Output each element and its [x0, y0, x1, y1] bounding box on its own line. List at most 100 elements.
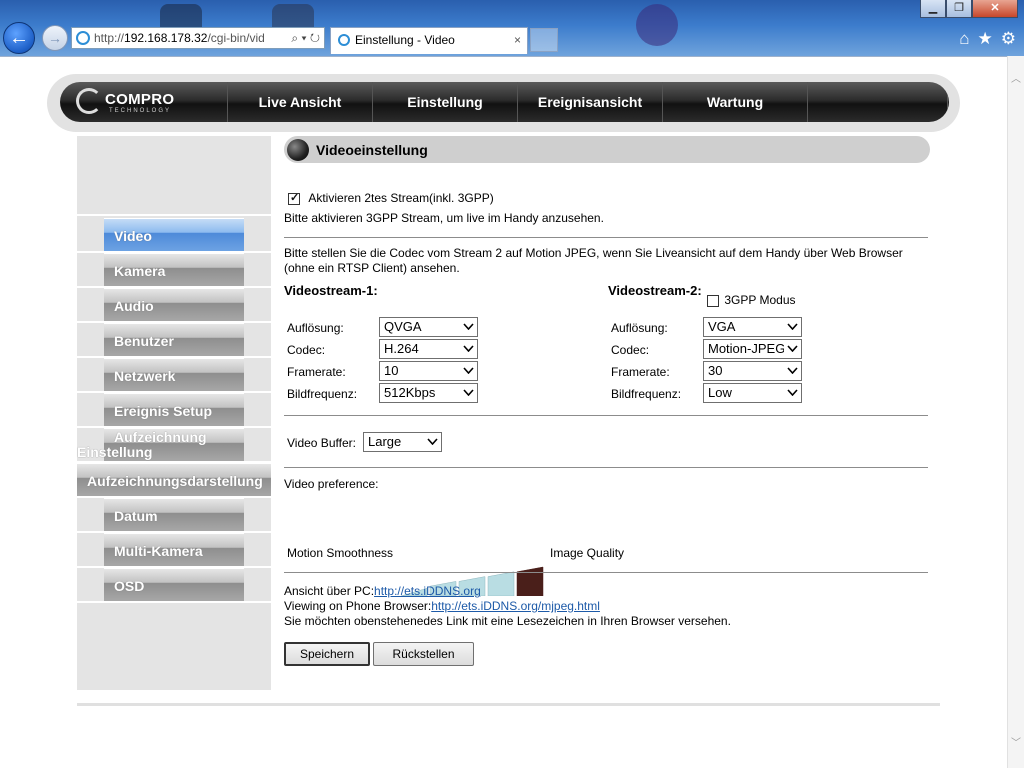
address-path: /cgi-bin/vid: [207, 31, 265, 45]
new-tab-button[interactable]: [530, 28, 558, 52]
nav-einstellung[interactable]: Einstellung: [373, 82, 518, 122]
stream2-bitrate-select[interactable]: Low: [703, 383, 802, 403]
stream1-framerate-label: Framerate:: [287, 365, 346, 379]
preference-label: Video preference:: [284, 477, 379, 491]
bookmark-hint: Sie möchten obenstehenedes Link mit eine…: [284, 614, 731, 628]
sidebar-divider: [77, 601, 271, 603]
chevron-down-icon: [460, 384, 477, 402]
chevron-down-icon: [424, 433, 441, 451]
ie-icon: [76, 31, 90, 45]
forward-button[interactable]: →: [42, 25, 68, 51]
sidebar-item-datum[interactable]: Datum: [104, 498, 244, 531]
phone-view-link[interactable]: http://ets.iDDNS.org/mjpeg.html: [431, 599, 600, 613]
dropdown-arrow-icon[interactable]: ▾: [301, 31, 306, 45]
stream2-framerate-select[interactable]: 30: [703, 361, 802, 381]
page-footer-rule: [77, 703, 940, 706]
nav-empty-slot: [808, 82, 948, 122]
select-value: VGA: [708, 319, 736, 334]
desktop-thumbnail: [636, 4, 678, 46]
window-controls: ▁ ❐ ✕: [920, 0, 1018, 20]
address-host: 192.168.178.32: [124, 31, 208, 45]
brand-tagline: TECHNOLOGY: [109, 108, 172, 114]
settings-sidebar: Video Kamera Audio Benutzer Netzwerk Ere…: [77, 136, 271, 690]
sidebar-item-benutzer[interactable]: Benutzer: [104, 323, 244, 356]
sidebar-item-label: Aufzeichnung: [114, 429, 207, 445]
sidebar-item-osd[interactable]: OSD: [104, 568, 244, 601]
search-icon[interactable]: ⌕: [291, 31, 298, 45]
arrow-left-icon: ←: [9, 27, 29, 49]
divider: [284, 237, 928, 238]
sidebar-item-aufzeichnung-einstellung[interactable]: Aufzeichnung Einstellung: [77, 428, 244, 461]
logo-ring-icon: [76, 88, 102, 114]
arrow-right-icon: →: [48, 30, 62, 46]
stream1-title: Videostream-1:: [284, 283, 378, 298]
divider: [284, 572, 928, 573]
sidebar-item-kamera[interactable]: Kamera: [104, 253, 244, 286]
favorites-star-icon[interactable]: ★: [978, 29, 993, 49]
minimize-button[interactable]: ▁: [920, 0, 946, 18]
sidebar-item-multi-kamera[interactable]: Multi-Kamera: [104, 533, 244, 566]
sidebar-item-audio[interactable]: Audio: [104, 288, 244, 321]
sidebar-item-label: Einstellung: [77, 444, 153, 460]
preference-right-label: Image Quality: [550, 546, 625, 560]
chevron-down-icon: [784, 384, 801, 402]
section-header: Videoeinstellung: [284, 136, 930, 163]
gear-icon[interactable]: ⚙: [1001, 29, 1016, 49]
browser-tab[interactable]: Einstellung - Video ×: [330, 27, 528, 54]
back-button[interactable]: ←: [3, 22, 35, 54]
page-viewport: COMPRO TECHNOLOGY Live Ansicht Einstellu…: [0, 56, 1007, 768]
refresh-icon[interactable]: ↻: [310, 31, 320, 45]
select-value: Motion-JPEG: [708, 341, 786, 356]
chevron-down-icon: [460, 318, 477, 336]
stream2-codec-select[interactable]: Motion-JPEG: [703, 339, 802, 359]
select-value: Low: [708, 385, 732, 400]
stream1-codec-label: Codec:: [287, 343, 326, 357]
address-bar[interactable]: http://192.168.178.32/cgi-bin/vid ⌕ ▾ ↻: [71, 27, 325, 49]
reset-button[interactable]: Rückstellen: [373, 642, 474, 666]
ie-icon: [338, 34, 350, 46]
preference-level-4[interactable]: [487, 571, 515, 596]
chevron-up-icon[interactable]: ︿: [1008, 72, 1024, 88]
sidebar-item-video[interactable]: Video: [104, 218, 244, 251]
select-value: Large: [368, 434, 402, 449]
chevron-down-icon: [460, 340, 477, 358]
maximize-button[interactable]: ❐: [946, 0, 972, 18]
nav-wartung[interactable]: Wartung: [663, 82, 808, 122]
sidebar-item-ereignis-setup[interactable]: Ereignis Setup: [104, 393, 244, 426]
close-window-button[interactable]: ✕: [972, 0, 1018, 18]
stream1-framerate-select[interactable]: 10: [379, 361, 478, 381]
preference-left-label: Motion Smoothness: [287, 546, 394, 560]
save-button[interactable]: Speichern: [284, 642, 370, 666]
sidebar-divider: [77, 214, 271, 216]
select-value: QVGA: [384, 319, 422, 334]
nav-live-ansicht[interactable]: Live Ansicht: [228, 82, 373, 122]
select-value: 512Kbps: [384, 385, 436, 400]
chevron-down-icon: [784, 340, 801, 358]
stream1-bitrate-select[interactable]: 512Kbps: [379, 383, 478, 403]
stream1-codec-select[interactable]: H.264: [379, 339, 478, 359]
chevron-down-icon: [784, 318, 801, 336]
sidebar-item-netzwerk[interactable]: Netzwerk: [104, 358, 244, 391]
vertical-scrollbar[interactable]: ︿ ﹀: [1007, 56, 1024, 768]
tab-close-icon[interactable]: ×: [514, 28, 521, 52]
select-value: 10: [384, 363, 399, 378]
stream2-enable-checkbox[interactable]: [288, 191, 300, 205]
pc-view-link[interactable]: http://ets.iDDNS.org: [374, 584, 481, 598]
select-value: 30: [708, 363, 723, 378]
gpp-mode-checkbox[interactable]: [707, 294, 719, 307]
hint-3gpp: Bitte aktivieren 3GPP Stream, um live im…: [284, 211, 604, 225]
stream2-resolution-label: Auflösung:: [611, 321, 668, 335]
sidebar-item-aufzeichnungsdarstellung[interactable]: Aufzeichnungsdarstellung: [77, 463, 271, 496]
brand-name: COMPRO: [105, 91, 175, 108]
chevron-down-icon[interactable]: ﹀: [1008, 736, 1024, 752]
buffer-select[interactable]: Large: [363, 432, 442, 452]
buffer-label: Video Buffer:: [287, 436, 356, 450]
home-icon[interactable]: ⌂: [959, 29, 969, 49]
nav-ereignisansicht[interactable]: Ereignisansicht: [518, 82, 663, 122]
stream2-enable-row: Aktivieren 2tes Stream(inkl. 3GPP): [288, 191, 494, 205]
stream2-codec-label: Codec:: [611, 343, 650, 357]
stream2-resolution-select[interactable]: VGA: [703, 317, 802, 337]
address-prefix: http://: [94, 31, 125, 45]
stream1-resolution-select[interactable]: QVGA: [379, 317, 478, 337]
compro-logo: COMPRO TECHNOLOGY: [60, 82, 228, 122]
